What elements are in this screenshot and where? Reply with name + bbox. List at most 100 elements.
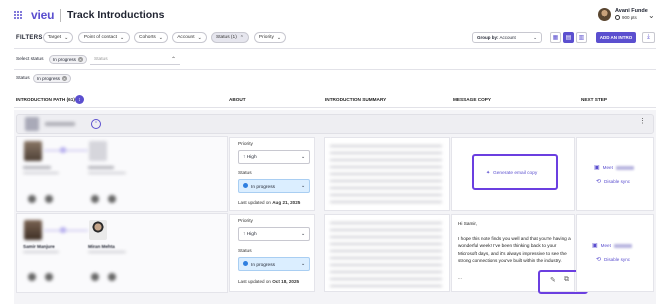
download-icon[interactable]: ⤓ <box>642 32 655 43</box>
linkedin-icon[interactable] <box>28 195 36 203</box>
sparkle-icon: ✦ <box>486 171 491 176</box>
chevron-up-icon: ⌃ <box>239 34 244 41</box>
email-icon[interactable] <box>108 273 116 281</box>
disable-sync-button[interactable]: ⟲ Disable sync <box>596 178 630 185</box>
status-filter-tag[interactable]: In progress ✕ <box>33 74 71 83</box>
meet-link[interactable]: ▣ Meet <box>594 164 634 171</box>
path-info-icon[interactable]: ↕ <box>75 95 84 104</box>
column-introduction-path[interactable]: INTRODUCTION PATH (61) <box>16 97 75 102</box>
priority-select[interactable]: ↑ High ⌄ <box>238 150 310 164</box>
filter-account[interactable]: Account ⌄ <box>172 32 207 43</box>
column-introduction-summary[interactable]: INTRODUCTION SUMMARY <box>325 97 386 102</box>
table-view-icon[interactable]: ▤ <box>563 32 574 43</box>
person-photo <box>89 141 107 161</box>
chevron-down-icon: ⌄ <box>300 231 305 237</box>
message-ellipsis: ... <box>458 275 462 280</box>
summary-text-redacted <box>330 219 442 287</box>
chevron-up-icon[interactable]: ⌃ <box>171 56 176 63</box>
status-input-underline <box>90 64 180 65</box>
page-title: Track Introductions <box>67 9 165 21</box>
avatar[interactable] <box>598 8 611 21</box>
priority-label: Priority <box>238 219 253 224</box>
chevron-down-icon: ⌄ <box>533 34 537 40</box>
chevron-down-icon: ⌄ <box>300 183 305 189</box>
disable-sync-button[interactable]: ⟲ Disable sync <box>596 256 630 263</box>
next-step-cell <box>576 214 654 292</box>
priority-select[interactable]: ↑ High ⌄ <box>238 227 310 241</box>
logo[interactable]: vieu <box>31 8 54 22</box>
person-title-redacted <box>88 251 126 253</box>
person-title-redacted <box>88 172 126 174</box>
account-group-row[interactable] <box>16 114 654 134</box>
chevron-down-icon: ⌄ <box>64 34 69 41</box>
person-title-redacted <box>23 251 59 253</box>
path-connector <box>44 230 88 231</box>
path-node <box>60 227 66 233</box>
status-dot-icon <box>243 182 248 188</box>
filter-target[interactable]: Target ⌄ <box>43 32 73 43</box>
meet-name-redacted <box>613 243 632 248</box>
column-next-step[interactable]: NEXT STEP <box>581 97 607 102</box>
status-search-input[interactable]: Status <box>94 57 108 62</box>
status-dot-icon <box>243 260 248 266</box>
generate-email-button[interactable]: ✦ Generate email copy <box>486 171 537 176</box>
linkedin-icon[interactable] <box>91 273 99 281</box>
meet-link[interactable]: ▣ Meet <box>592 242 632 249</box>
person-title-redacted <box>23 172 59 174</box>
last-updated: Last updated on Oct 18, 2025 <box>238 279 300 284</box>
card-view-icon[interactable]: ▦ <box>550 32 561 43</box>
account-name-redacted <box>45 122 75 126</box>
person-name-redacted <box>88 166 114 169</box>
path-node <box>60 147 66 153</box>
remove-tag-icon[interactable]: ✕ <box>61 76 67 81</box>
filter-status[interactable]: Status (1) ⌃ <box>211 32 249 43</box>
person-name: Miran Mehta <box>88 244 115 249</box>
selected-status-tag[interactable]: In progress ✕ <box>49 55 87 64</box>
user-name: Avani Funde <box>615 8 648 14</box>
arrow-up-icon: ↑ <box>243 154 246 160</box>
group-by-select[interactable]: Group by: Account ⌄ <box>472 32 542 43</box>
linkedin-icon[interactable] <box>91 195 99 203</box>
collapse-chevron-icon[interactable]: ⌃ <box>91 119 101 129</box>
user-menu-chevron-icon[interactable]: ⌄ <box>648 11 655 20</box>
last-updated: Last updated on Aug 21, 2025 <box>238 200 301 205</box>
status-filter-label: Status <box>16 76 30 81</box>
status-select[interactable]: In progress ⌄ <box>238 257 310 271</box>
email-icon[interactable] <box>45 273 53 281</box>
intro-path-cell <box>16 213 228 293</box>
status-label: Status <box>238 171 252 176</box>
copy-icon[interactable]: ⧉ <box>564 276 569 284</box>
chevron-down-icon: ⌄ <box>119 34 125 41</box>
message-body: I hope this note finds you well and that… <box>458 236 571 264</box>
email-icon[interactable] <box>108 195 116 203</box>
filter-priority[interactable]: Priority ⌄ <box>254 32 286 43</box>
filters-label: FILTERS <box>16 35 43 41</box>
app-grid-icon[interactable] <box>14 11 22 19</box>
calendar-icon: ▣ <box>594 165 600 171</box>
linkedin-icon[interactable] <box>28 273 36 281</box>
person-name: Samir Manjure <box>23 244 55 249</box>
path-connector <box>44 150 88 151</box>
board-view-icon[interactable]: ▥ <box>576 32 587 43</box>
add-intro-button[interactable]: ADD AN INTRO <box>596 32 636 43</box>
chevron-down-icon: ⌄ <box>300 154 305 160</box>
remove-tag-icon[interactable]: ✕ <box>77 57 83 62</box>
arrow-up-icon: ↑ <box>243 231 246 237</box>
filter-cohorts[interactable]: Cohorts ⌄ <box>134 32 168 43</box>
filter-point-of-contact[interactable]: Point of contact ⌄ <box>78 32 130 43</box>
chevron-down-icon: ⌄ <box>300 261 305 267</box>
status-select[interactable]: In progress ⌄ <box>238 179 310 193</box>
email-icon[interactable] <box>45 195 53 203</box>
calendar-icon: ▣ <box>592 243 598 249</box>
status-label: Status <box>238 249 252 254</box>
priority-label: Priority <box>238 142 253 147</box>
edit-pencil-icon[interactable]: ✎ <box>550 276 556 284</box>
user-points: 900 pts <box>615 15 637 20</box>
sync-off-icon: ⟲ <box>596 257 602 263</box>
person-photo <box>24 220 42 240</box>
account-logo <box>25 117 39 131</box>
column-message-copy[interactable]: MESSAGE COPY <box>453 97 491 102</box>
more-options-icon[interactable]: ⋮ <box>639 117 646 125</box>
person-name-redacted <box>23 166 51 169</box>
column-about[interactable]: ABOUT <box>229 97 246 102</box>
